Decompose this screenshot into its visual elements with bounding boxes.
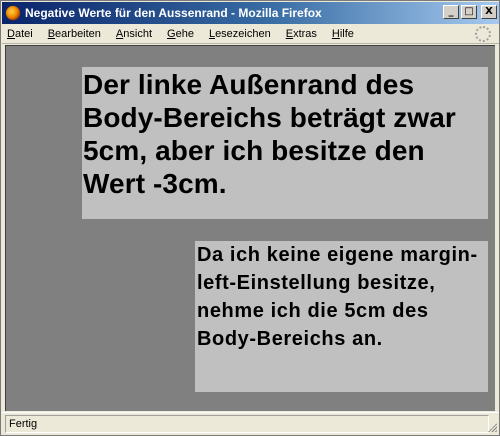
menu-ansicht[interactable]: Ansicht (116, 28, 152, 40)
status-text: Fertig (5, 414, 489, 433)
close-button[interactable]: X (481, 5, 497, 19)
window-controls: _ □ X (443, 5, 497, 19)
menu-datei[interactable]: Datei (7, 28, 33, 40)
inherited-margin-box: Da ich keine eigene margin-left-Einstell… (195, 241, 488, 392)
browser-window: Negative Werte für den Aussenrand - Mozi… (0, 0, 500, 436)
window-title: Negative Werte für den Aussenrand - Mozi… (25, 6, 322, 20)
status-bar: Fertig (2, 412, 499, 434)
negative-margin-box: Der linke Außenrand des Body-Bereichs be… (82, 67, 488, 219)
firefox-logo-icon (5, 5, 21, 21)
menu-extras[interactable]: Extras (286, 28, 317, 40)
menu-hilfe[interactable]: Hilfe (332, 28, 354, 40)
maximize-button[interactable]: □ (461, 5, 477, 19)
resize-grip-icon[interactable] (487, 422, 497, 432)
title-bar[interactable]: Negative Werte für den Aussenrand - Mozi… (2, 2, 499, 24)
minimize-button[interactable]: _ (443, 5, 459, 19)
menu-bearbeiten[interactable]: Bearbeiten (48, 28, 101, 40)
menu-gehe[interactable]: Gehe (167, 28, 194, 40)
page-content[interactable]: Der linke Außenrand des Body-Bereichs be… (5, 45, 495, 411)
menu-bar: Datei Bearbeiten Ansicht Gehe Lesezeiche… (2, 24, 499, 44)
menu-lesezeichen[interactable]: Lesezeichen (209, 28, 271, 40)
throbber-icon (475, 26, 491, 42)
